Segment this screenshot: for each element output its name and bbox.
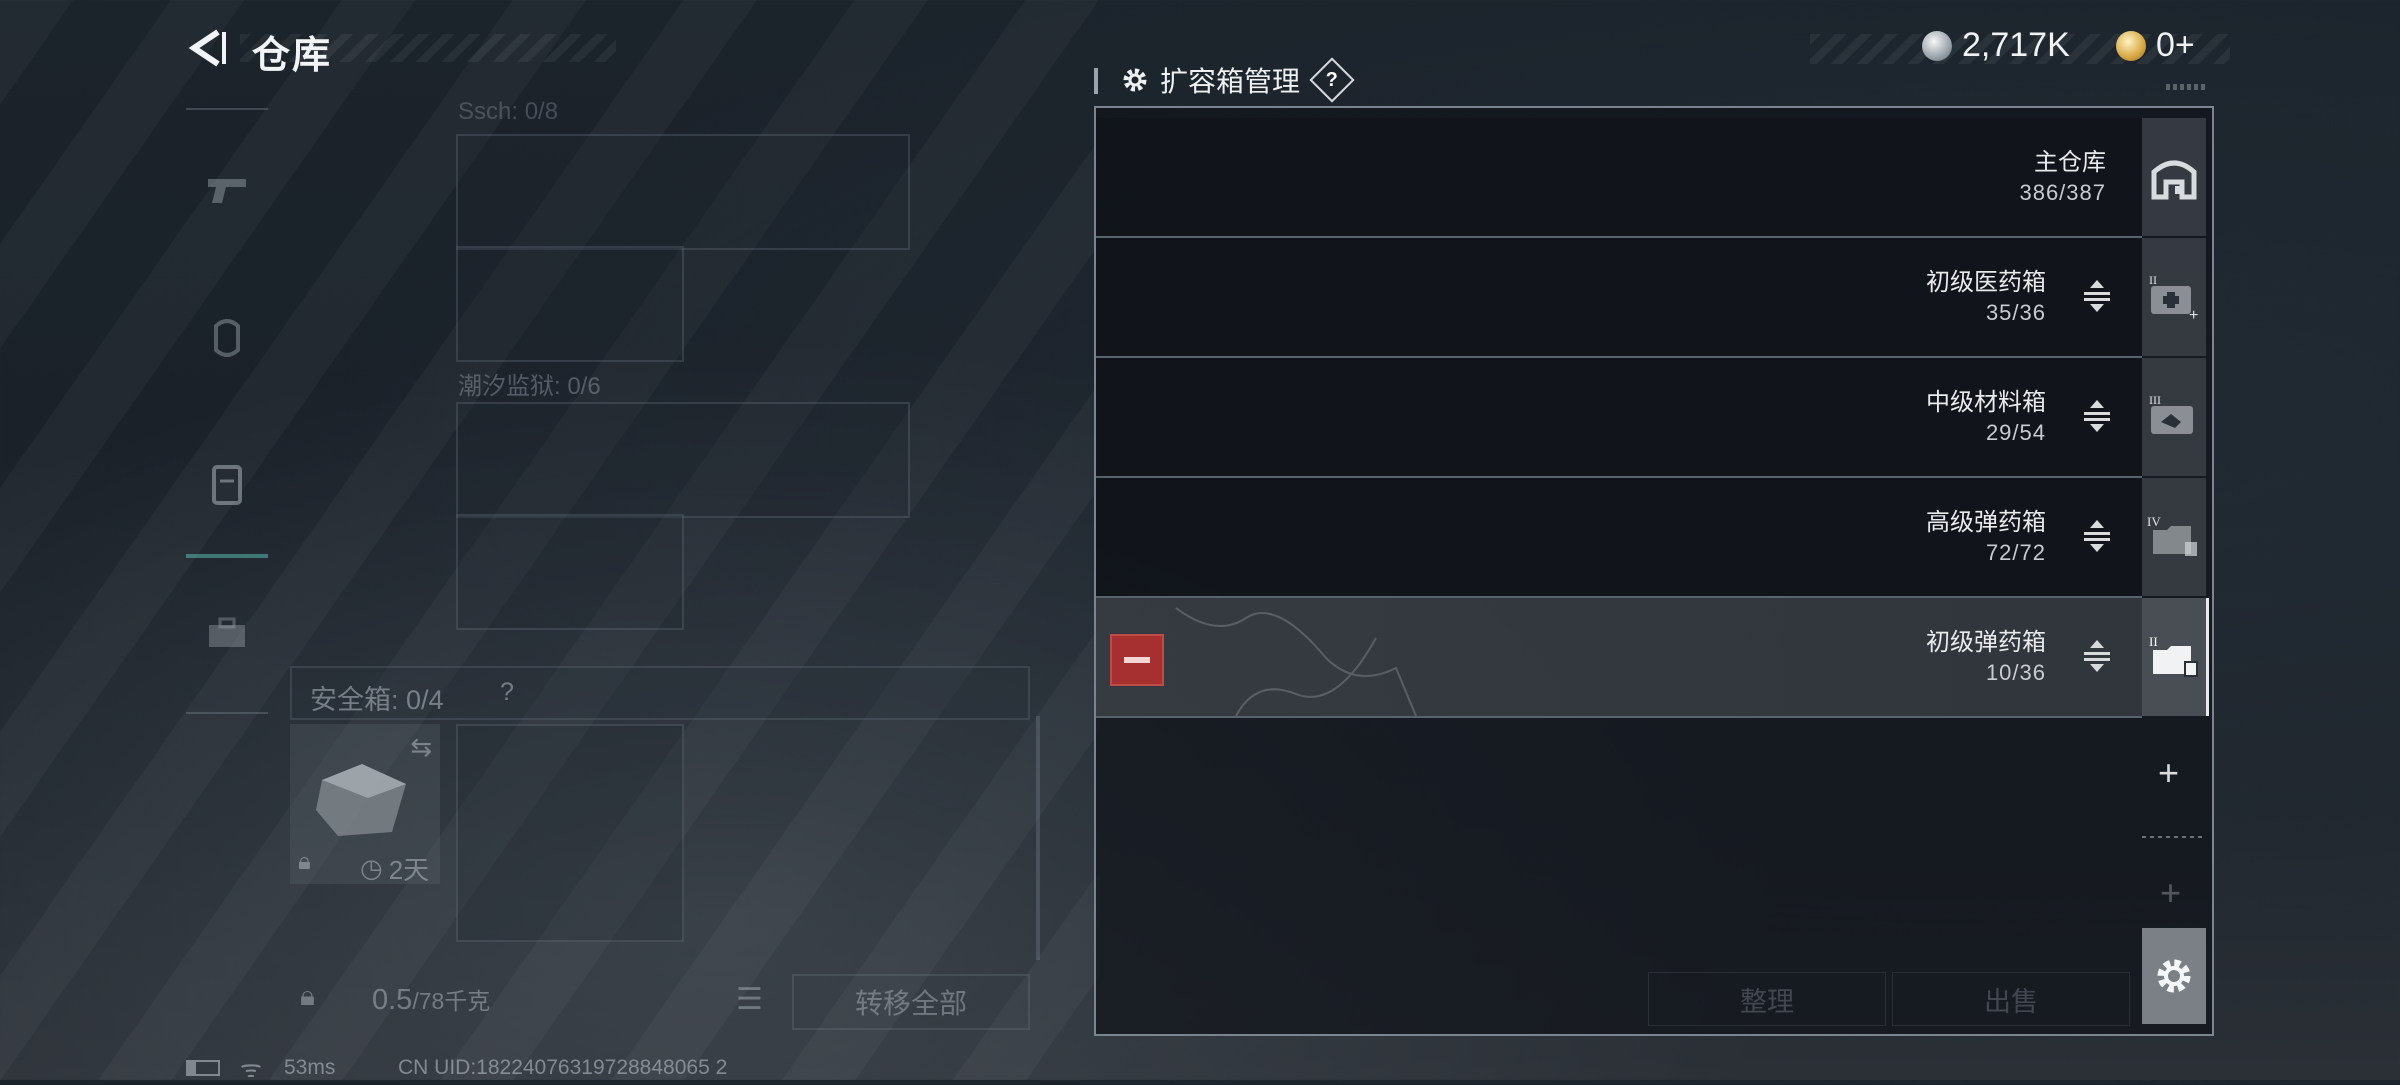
- safe-box-header: 安全箱: 0/4 ?: [290, 666, 1030, 720]
- panel-help-button[interactable]: ?: [1309, 57, 1355, 103]
- safe-box-icon: [316, 764, 406, 836]
- container-count: 35/36: [1985, 300, 2046, 325]
- swap-icon: ⇆: [410, 732, 432, 762]
- back-arrow-icon[interactable]: [184, 26, 228, 70]
- reorder-icon[interactable]: [2082, 638, 2112, 674]
- silver-currency: 2,717K: [1922, 26, 2070, 65]
- safe-box-help-icon[interactable]: ?: [500, 678, 514, 707]
- scrollbar[interactable]: [1036, 716, 1040, 960]
- container-row-material[interactable]: 中级材料箱 29/54: [1096, 358, 2142, 478]
- gold-currency-value: 0+: [2156, 26, 2195, 64]
- reorder-icon[interactable]: [2082, 278, 2112, 314]
- ammo-case-icon: IV: [2147, 514, 2197, 556]
- page-title: 仓库: [252, 35, 333, 77]
- section-top-label: Ssch: 0/8: [458, 98, 559, 125]
- container-row-main[interactable]: 主仓库 386/387: [1096, 118, 2142, 238]
- medical-case-icon: II +: [2149, 273, 2198, 322]
- panel-corner-decoration: [2166, 84, 2206, 90]
- material-case-icon: III: [2149, 393, 2193, 434]
- safe-box-timer-text: 2天: [388, 855, 430, 885]
- container-icon-ammo-advanced[interactable]: IV: [2142, 478, 2206, 596]
- weight-lock-icon: 🔒︎: [300, 980, 315, 1011]
- add-container-slot-locked[interactable]: +: [2160, 872, 2181, 914]
- transfer-all-button[interactable]: 转移全部: [792, 974, 1030, 1030]
- tab-supplies[interactable]: [186, 564, 268, 704]
- sell-button[interactable]: 出售: [1892, 972, 2130, 1026]
- container-row-ammo-advanced[interactable]: 高级弹药箱 72/72: [1096, 478, 2142, 598]
- reorder-icon[interactable]: [2082, 518, 2112, 554]
- wifi-icon: ᯤ: [240, 1056, 262, 1083]
- gear-icon: [2157, 959, 2191, 993]
- panel-header: 扩容箱管理 ?: [1120, 57, 1355, 103]
- ping-text: 53ms: [284, 1056, 336, 1079]
- container-icon-material[interactable]: III: [2142, 358, 2206, 476]
- container-icon-main[interactable]: [2142, 118, 2206, 236]
- add-container-slot[interactable]: +: [2158, 752, 2179, 794]
- section-label: 潮汐监狱: 0/6: [458, 373, 601, 400]
- briefcase-icon: [209, 617, 245, 647]
- reorder-icon[interactable]: [2082, 398, 2112, 434]
- tab-divider: [186, 108, 268, 110]
- tab-weapons[interactable]: [186, 120, 268, 260]
- tier-label: IV: [2147, 514, 2161, 529]
- safe-box-grid[interactable]: [456, 724, 684, 942]
- tab-divider-bottom: [186, 712, 268, 714]
- container-name: 初级弹药箱: [1926, 629, 2046, 656]
- safe-box-timer: ◷ 2天: [360, 850, 429, 887]
- container-row-ammo-basic[interactable]: 初级弹药箱 10/36: [1096, 598, 2142, 718]
- container-count: 72/72: [1985, 540, 2046, 565]
- tier-label: II: [2149, 273, 2157, 287]
- tier-label: II: [2149, 634, 2158, 649]
- svg-text:+: +: [2189, 307, 2198, 322]
- tab-gear[interactable]: [186, 268, 268, 408]
- container-count: 29/54: [1985, 420, 2046, 445]
- minus-icon: [1124, 657, 1150, 663]
- panel-title: 扩容箱管理: [1160, 66, 1301, 97]
- grid-slot-a[interactable]: [456, 134, 910, 250]
- ammo-case-icon: II: [2149, 634, 2198, 677]
- pistol-icon: [208, 179, 246, 203]
- uid-text: CN UID:18224076319728848065 2: [398, 1056, 728, 1079]
- container-count: 386/387: [2019, 180, 2106, 205]
- gold-coin-icon: [2116, 30, 2146, 61]
- silver-currency-value: 2,717K: [1962, 26, 2070, 64]
- container-name: 中级材料箱: [1926, 389, 2046, 416]
- list-icon[interactable]: ☰: [736, 982, 763, 1017]
- weight-display: 0.5 /78千克: [372, 982, 490, 1017]
- helmet-icon: [214, 319, 240, 357]
- slot-divider: [2142, 836, 2206, 838]
- tier-label: III: [2149, 393, 2161, 407]
- question-icon: ?: [1325, 68, 1339, 91]
- container-row-medical[interactable]: 初级医药箱 35/36: [1096, 238, 2142, 358]
- container-icon-ammo-basic[interactable]: II: [2142, 598, 2209, 716]
- container-icon-medical[interactable]: II +: [2142, 238, 2206, 356]
- battery-icon: [186, 1060, 220, 1076]
- gold-currency[interactable]: 0+: [2116, 26, 2195, 65]
- gear-icon: [1123, 68, 1147, 92]
- grid-slot-d[interactable]: [456, 514, 684, 630]
- remove-container-button[interactable]: [1110, 634, 1164, 686]
- tab-backpack[interactable]: [186, 414, 268, 558]
- weight-value: 0.5: [372, 984, 413, 1016]
- container-name: 主仓库: [2034, 149, 2106, 176]
- container-name: 高级弹药箱: [1926, 509, 2046, 536]
- sort-button[interactable]: 整理: [1648, 972, 1886, 1026]
- container-settings-button[interactable]: [2142, 928, 2206, 1024]
- safe-box-label: 安全箱: 0/4: [310, 685, 444, 715]
- silver-coin-icon: [1922, 30, 1952, 61]
- grid-slot-c[interactable]: [456, 402, 910, 518]
- container-name: 初级医药箱: [1926, 269, 2046, 296]
- container-count: 10/36: [1985, 660, 2046, 685]
- panel-title-marker: [1094, 68, 1098, 94]
- weight-max: /78千克: [412, 988, 491, 1014]
- backpack-icon: [212, 465, 242, 505]
- clock-icon: ◷: [360, 853, 383, 883]
- grid-slot-b[interactable]: [456, 246, 684, 362]
- warehouse-icon: [2151, 160, 2197, 200]
- lock-icon: 🔒︎: [298, 848, 311, 875]
